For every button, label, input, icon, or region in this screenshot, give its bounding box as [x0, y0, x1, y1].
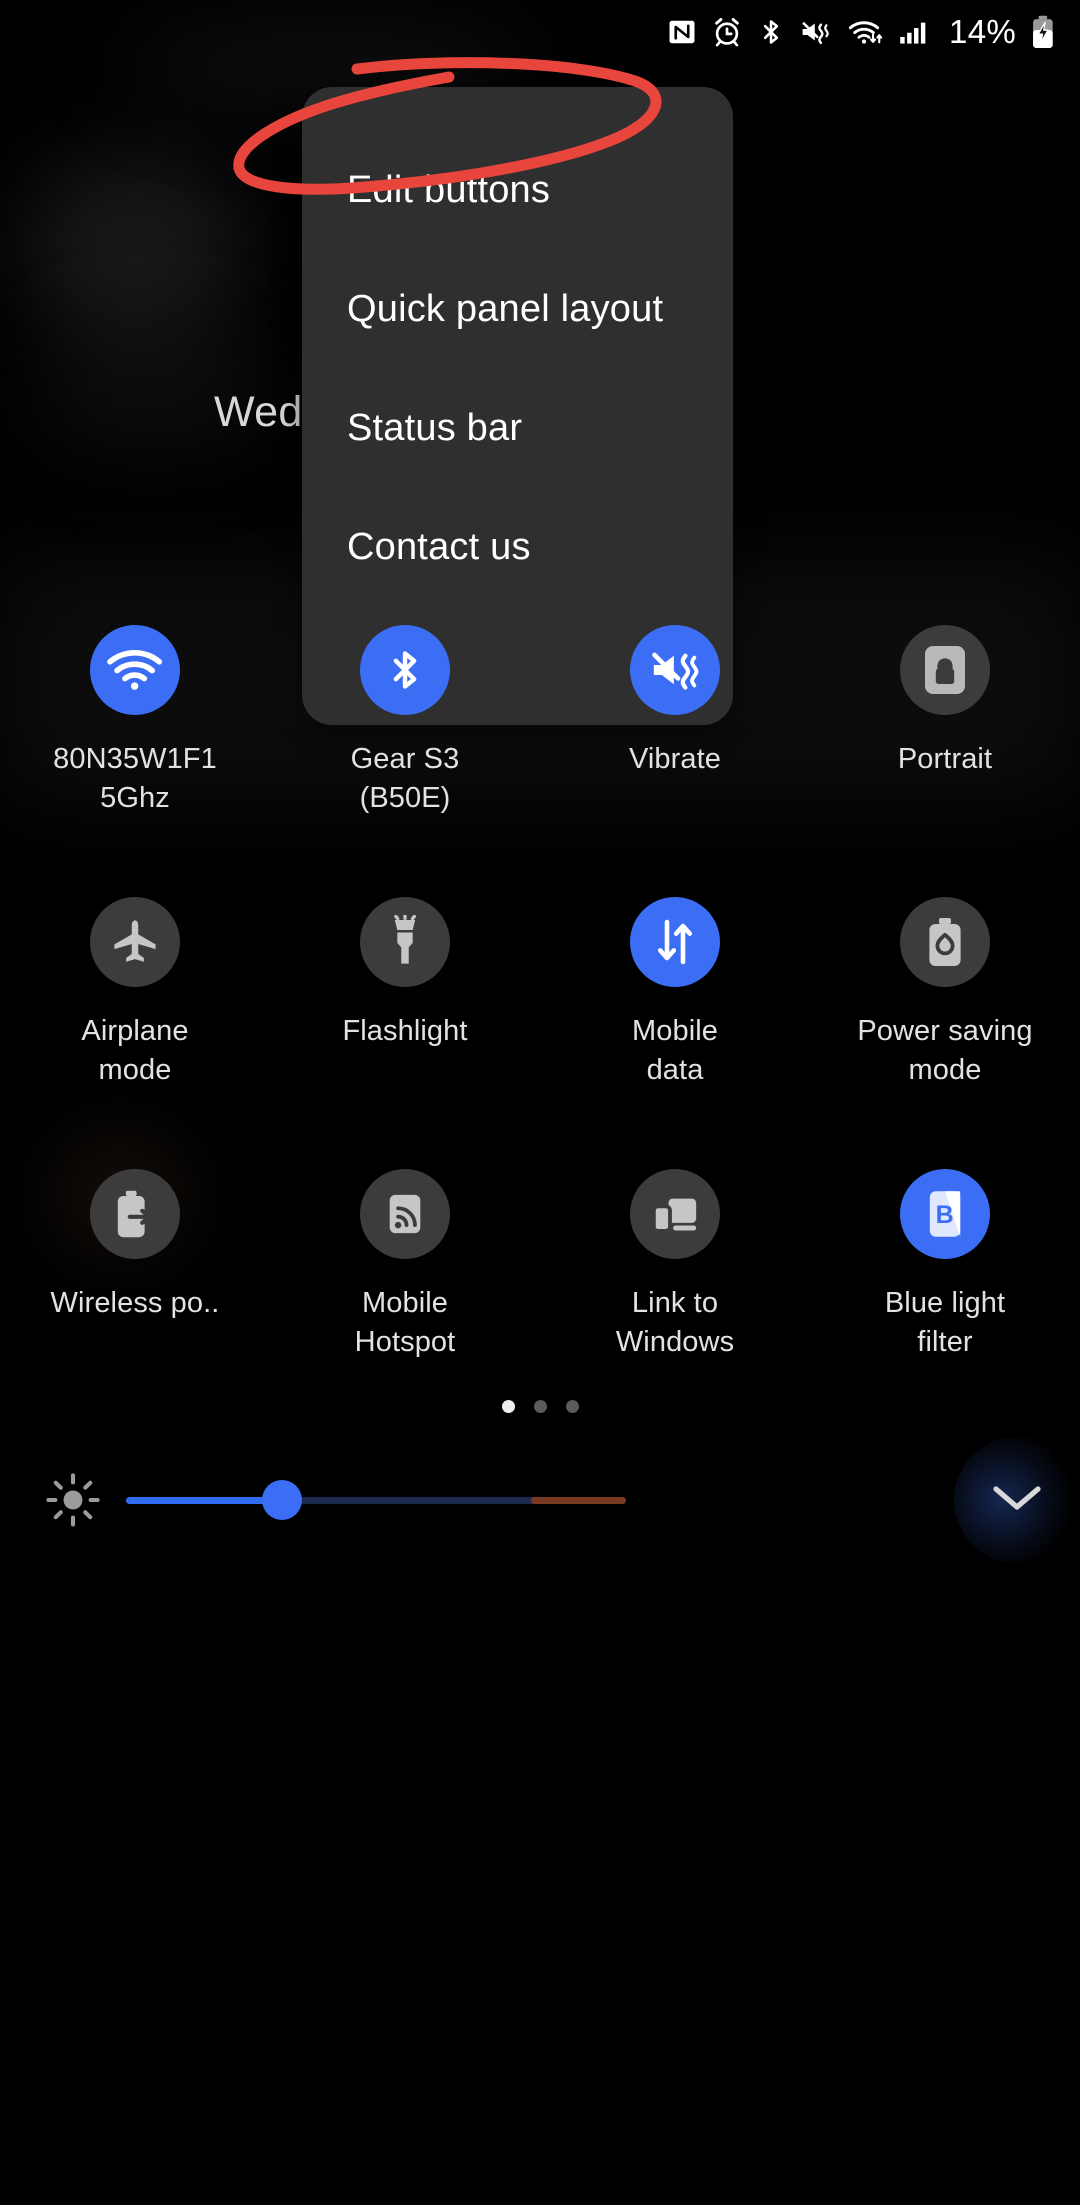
slider-warm-segment	[531, 1497, 626, 1504]
tile-label: Blue light filter	[884, 1287, 1006, 1358]
alarm-icon	[711, 14, 743, 50]
flashlight-icon[interactable]	[360, 897, 450, 987]
cellular-signal-icon	[899, 14, 931, 50]
vibrate-icon	[799, 14, 833, 50]
tile-label: Mobile data	[631, 1015, 719, 1086]
link-to-windows-icon[interactable]	[630, 1169, 720, 1259]
background-blob	[20, 150, 250, 350]
svg-text:B: B	[936, 1201, 954, 1229]
wifi-icon	[847, 14, 885, 50]
tile-label: Portrait	[897, 743, 993, 775]
quick-settings-row: Airplane mode Flashlight Mobile data Pow…	[0, 897, 1080, 1090]
tile-label: Gear S3 (B50E)	[350, 743, 460, 814]
tile-label: Power saving mode	[857, 1015, 1033, 1086]
tile-label: Link to Windows	[615, 1287, 735, 1358]
tile-label: Vibrate	[628, 743, 722, 775]
mobile-data-icon[interactable]	[630, 897, 720, 987]
tile-label: Mobile Hotspot	[354, 1287, 456, 1358]
page-dot-2[interactable]	[533, 1400, 547, 1413]
menu-item-quick-panel-layout[interactable]: Quick panel layout	[302, 254, 733, 364]
tile-mobile-data[interactable]: Mobile data	[540, 897, 810, 1090]
brightness-bar	[0, 1457, 1080, 1543]
bluetooth-icon	[757, 14, 785, 50]
battery-percentage: 14%	[949, 13, 1016, 50]
page-indicator	[0, 1400, 1080, 1413]
brightness-slider[interactable]	[126, 1480, 626, 1520]
tile-wireless-powershare[interactable]: Wireless po..	[0, 1169, 270, 1362]
quick-settings-row: Wireless po.. Mobile Hotspot Link to Win…	[0, 1169, 1080, 1362]
tile-portrait[interactable]: Portrait	[810, 625, 1080, 818]
power-saving-icon[interactable]	[900, 897, 990, 987]
tile-label: Airplane mode	[81, 1015, 189, 1086]
tile-wifi[interactable]: 80N35W1F1 5Ghz	[0, 625, 270, 818]
page-dot-3[interactable]	[565, 1400, 579, 1413]
tile-blue-light-filter[interactable]: B Blue light filter	[810, 1169, 1080, 1362]
wireless-powershare-icon[interactable]	[90, 1169, 180, 1259]
tile-label: Wireless po..	[50, 1287, 220, 1319]
quick-settings-grid: 80N35W1F1 5Ghz Gear S3 (B50E) Vibrate Po…	[0, 625, 1080, 1362]
mobile-hotspot-icon[interactable]	[360, 1169, 450, 1259]
tile-link-to-windows[interactable]: Link to Windows	[540, 1169, 810, 1362]
slider-fill	[126, 1497, 282, 1504]
tile-bluetooth[interactable]: Gear S3 (B50E)	[270, 625, 540, 818]
menu-item-edit-buttons[interactable]: Edit buttons	[302, 135, 733, 245]
tile-label: Flashlight	[342, 1015, 468, 1047]
status-bar: 14%	[0, 0, 1080, 64]
expand-brightness-button[interactable]	[954, 1437, 1080, 1563]
page-dot-1[interactable]	[501, 1400, 515, 1413]
date-text: Wed	[214, 388, 303, 436]
menu-item-contact-us[interactable]: Contact us	[302, 492, 733, 602]
tile-flashlight[interactable]: Flashlight	[270, 897, 540, 1090]
battery-charging-icon	[1030, 14, 1056, 50]
tile-power-saving-mode[interactable]: Power saving mode	[810, 897, 1080, 1090]
brightness-icon	[42, 1469, 104, 1531]
rotation-lock-icon[interactable]	[900, 625, 990, 715]
menu-item-status-bar[interactable]: Status bar	[302, 373, 733, 483]
tile-label: 80N35W1F1 5Ghz	[53, 743, 217, 814]
blue-light-filter-icon[interactable]: B	[900, 1169, 990, 1259]
bluetooth-icon[interactable]	[360, 625, 450, 715]
vibrate-icon[interactable]	[630, 625, 720, 715]
airplane-icon[interactable]	[90, 897, 180, 987]
nfc-icon	[667, 14, 697, 50]
slider-thumb[interactable]	[262, 1480, 302, 1520]
chevron-down-icon	[991, 1482, 1043, 1519]
tile-vibrate[interactable]: Vibrate	[540, 625, 810, 818]
quick-settings-row: 80N35W1F1 5Ghz Gear S3 (B50E) Vibrate Po…	[0, 625, 1080, 818]
tile-airplane-mode[interactable]: Airplane mode	[0, 897, 270, 1090]
wifi-icon[interactable]	[90, 625, 180, 715]
tile-mobile-hotspot[interactable]: Mobile Hotspot	[270, 1169, 540, 1362]
